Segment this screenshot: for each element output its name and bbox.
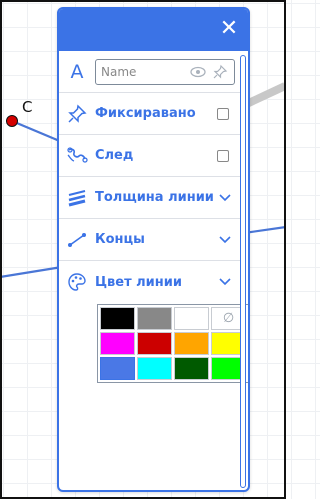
name-field-placeholder: Name (101, 64, 137, 79)
pinned-checkbox[interactable] (217, 107, 229, 120)
row-line-ends-label: Концы (95, 232, 145, 247)
color-swatch[interactable] (174, 307, 209, 330)
eye-icon[interactable] (190, 65, 206, 82)
color-swatch[interactable] (100, 332, 135, 355)
trace-checkbox[interactable] (217, 149, 229, 162)
chevron-down-icon[interactable] (219, 193, 231, 202)
color-swatch[interactable] (100, 307, 135, 330)
trace-icon (59, 146, 95, 166)
row-trace[interactable]: След (59, 135, 241, 177)
row-line-color-label: Цвет линии (95, 274, 182, 290)
panel-header: ✕ (59, 9, 248, 51)
row-line-color[interactable]: Цвет линии (59, 261, 241, 303)
row-pinned-label: Фиксиравано (95, 106, 196, 121)
point-c[interactable] (6, 115, 18, 127)
row-pinned[interactable]: Фиксиравано (59, 93, 241, 135)
pin-icon (59, 103, 95, 124)
line-segment-c[interactable] (11, 119, 63, 144)
color-swatch[interactable] (137, 332, 172, 355)
line-ends-icon (59, 232, 95, 248)
color-swatch[interactable] (100, 357, 135, 380)
chevron-up-icon[interactable] (219, 278, 231, 286)
name-row: A Name (59, 51, 241, 93)
text-label-icon: A (70, 60, 84, 83)
line-segment-lower[interactable] (0, 265, 63, 279)
name-field[interactable]: Name (95, 58, 235, 85)
row-line-ends[interactable]: Концы (59, 219, 241, 261)
pin-icon[interactable] (212, 64, 228, 83)
line-thickness-icon (59, 189, 95, 207)
object-properties-panel: ✕ A Name Фиксиравано След Толщина линии … (57, 7, 250, 492)
row-line-thickness-label: Толщина линии (95, 190, 214, 205)
color-swatch[interactable] (137, 357, 172, 380)
row-line-thickness[interactable]: Толщина линии (59, 177, 241, 219)
panel-scrollbar[interactable] (240, 55, 246, 488)
color-swatch[interactable] (174, 357, 209, 380)
color-palette: ∅ (97, 304, 248, 383)
close-icon[interactable]: ✕ (218, 18, 240, 40)
palette-icon (59, 272, 95, 292)
color-swatch[interactable] (174, 332, 209, 355)
chevron-down-icon[interactable] (219, 235, 231, 244)
line-segment-right[interactable] (243, 225, 287, 235)
row-trace-label: След (95, 148, 134, 163)
color-swatch[interactable] (137, 307, 172, 330)
point-c-label: C (22, 98, 33, 116)
